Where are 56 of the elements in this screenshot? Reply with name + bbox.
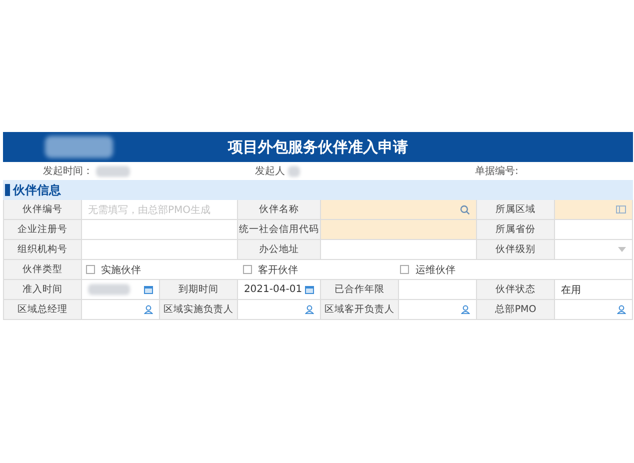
field-label: 已合作年限 xyxy=(321,280,400,300)
input-field[interactable] xyxy=(399,300,478,320)
input-field[interactable] xyxy=(321,220,478,240)
field-label: 总部PMO xyxy=(477,300,556,320)
section-title: 伙伴信息 xyxy=(13,182,61,198)
grid-icon[interactable] xyxy=(616,205,626,214)
input-field[interactable] xyxy=(238,300,322,320)
field-label: 所属省份 xyxy=(477,220,556,240)
search-icon[interactable] xyxy=(460,204,470,214)
field-label: 区域实施负责人 xyxy=(160,300,238,320)
blurred-logo xyxy=(45,136,113,158)
person-icon[interactable] xyxy=(144,305,153,314)
checkbox-option[interactable]: 客开伙伴 xyxy=(239,260,396,279)
input-field[interactable] xyxy=(321,240,478,260)
meta-label: 单据编号: xyxy=(475,164,518,178)
input-field[interactable] xyxy=(321,200,478,220)
field-label: 伙伴级别 xyxy=(477,240,556,260)
input-field[interactable] xyxy=(555,200,633,220)
calendar-icon[interactable] xyxy=(305,285,314,294)
field-label: 伙伴类型 xyxy=(4,260,82,280)
field-label: 到期时间 xyxy=(160,280,238,300)
field-label: 准入时间 xyxy=(4,280,82,300)
checkbox-option[interactable]: 运维伙伴 xyxy=(396,260,632,279)
input-field[interactable]: 在用 xyxy=(555,280,633,300)
section-marker-icon xyxy=(5,184,10,196)
field-label: 伙伴状态 xyxy=(477,280,556,300)
field-label: 区域客开负责人 xyxy=(321,300,400,320)
field-label: 办公地址 xyxy=(238,240,322,260)
person-icon[interactable] xyxy=(461,305,470,314)
input-field[interactable] xyxy=(82,240,238,260)
form-title: 项目外包服务伙伴准入申请 xyxy=(228,138,408,156)
input-field[interactable] xyxy=(555,240,633,260)
person-icon[interactable] xyxy=(305,305,314,314)
meta-label: 发起人 xyxy=(255,164,285,178)
field-label: 统一社会信用代码 xyxy=(238,220,322,240)
field-label: 组织机构号 xyxy=(4,240,82,260)
field-label: 企业注册号 xyxy=(4,220,82,240)
input-field[interactable] xyxy=(82,300,160,320)
input-field[interactable] xyxy=(555,300,633,320)
checkbox-option[interactable]: 实施伙伴 xyxy=(82,260,240,279)
meta-label: 发起时间： xyxy=(43,164,93,178)
input-field[interactable] xyxy=(555,220,633,240)
checkbox[interactable] xyxy=(400,265,410,274)
input-field[interactable] xyxy=(82,280,160,300)
person-icon[interactable] xyxy=(616,305,626,314)
input-field[interactable]: 2021-04-01 xyxy=(238,280,322,300)
input-field[interactable] xyxy=(399,280,478,300)
field-label: 所属区域 xyxy=(477,200,556,220)
input-field[interactable] xyxy=(82,220,238,240)
calendar-icon[interactable] xyxy=(144,285,153,294)
caret-icon[interactable] xyxy=(618,247,626,252)
field-label: 区域总经理 xyxy=(4,300,82,320)
checkbox[interactable] xyxy=(86,265,95,274)
checkbox[interactable] xyxy=(243,265,252,274)
field-label: 伙伴编号 xyxy=(4,200,82,220)
field-label: 伙伴名称 xyxy=(238,200,322,220)
